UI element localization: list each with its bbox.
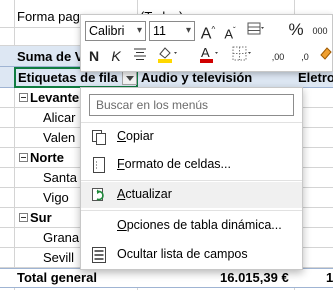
- percent-icon: %: [288, 20, 304, 39]
- grow-font-icon: A: [200, 25, 212, 43]
- menu-search-placeholder: Buscar en los menús: [96, 98, 209, 112]
- align-center-icon: [134, 48, 146, 60]
- menu-search-input[interactable]: Buscar en los menús: [89, 94, 294, 116]
- row-label[interactable]: Grana: [43, 229, 79, 247]
- italic-button[interactable]: K: [108, 46, 124, 66]
- group-label[interactable]: Norte: [30, 149, 64, 167]
- svg-text:A: A: [201, 45, 210, 60]
- font-name-dropdown[interactable]: Calibri ▾: [85, 21, 146, 41]
- menu-item-label: Actualizar: [117, 187, 172, 201]
- collapse-icon[interactable]: [19, 153, 28, 162]
- row-label[interactable]: Vigo: [43, 189, 69, 207]
- total-row: Total general 16.015,39 € 1: [0, 268, 333, 288]
- chevron-down-icon: ▾: [185, 25, 191, 36]
- italic-icon: K: [111, 48, 121, 64]
- menu-divider: [81, 122, 302, 123]
- font-color-icon: A: [200, 45, 218, 63]
- percent-button[interactable]: %: [287, 20, 305, 40]
- decrease-decimals-icon: ,0: [301, 52, 309, 62]
- menu-divider: [81, 180, 302, 181]
- menu-divider: [81, 210, 302, 211]
- format-cells-icon: [93, 157, 105, 173]
- grow-font-button[interactable]: A^: [199, 20, 217, 44]
- copy-icon: [92, 130, 106, 145]
- filter-label[interactable]: Forma pag: [17, 8, 80, 26]
- decrease-decimals-button[interactable]: ,0: [293, 47, 317, 67]
- values-header[interactable]: Suma de V: [17, 48, 83, 66]
- field-list-icon: [92, 247, 106, 263]
- row-label[interactable]: Santa: [43, 169, 77, 187]
- menu-item-label: Formato de celdas...: [117, 157, 231, 171]
- borders-button[interactable]: [232, 46, 254, 67]
- format-painter-button[interactable]: [246, 21, 266, 42]
- total-value[interactable]: 16.015,39 €: [220, 269, 289, 287]
- refresh-icon: [92, 188, 104, 201]
- total-value-2[interactable]: 1: [326, 269, 333, 287]
- eraser-button[interactable]: [319, 45, 333, 66]
- font-name-value: Calibri: [89, 24, 125, 38]
- font-size-dropdown[interactable]: 11 ▾: [149, 21, 195, 41]
- increase-decimals-icon: ,00: [271, 52, 285, 62]
- group-label[interactable]: Levante: [30, 89, 79, 107]
- fill-color-icon: [158, 47, 177, 63]
- menu-item-label-rest: pciones de tabla dinámica...: [126, 218, 282, 232]
- font-color-button[interactable]: A: [198, 45, 220, 68]
- total-label[interactable]: Total general: [17, 269, 97, 287]
- align-center-button[interactable]: [131, 46, 149, 66]
- context-menu: Buscar en los menús Copiar Formato de ce…: [80, 87, 303, 270]
- thousands-button[interactable]: 000: [309, 21, 331, 41]
- font-size-value: 11: [153, 24, 166, 38]
- menu-item-refresh[interactable]: Actualizar: [81, 182, 302, 208]
- menu-item-format-cells[interactable]: Formato de celdas...: [81, 152, 302, 178]
- table-style-icon: [247, 22, 264, 35]
- row-label[interactable]: Valen: [43, 129, 75, 147]
- shrink-font-icon: A: [224, 26, 233, 42]
- menu-item-copy[interactable]: Copiar: [81, 124, 302, 150]
- menu-item-label-rest: ctualizar: [125, 187, 172, 201]
- eraser-icon: [320, 47, 332, 60]
- bold-button[interactable]: N: [86, 46, 102, 66]
- fill-color-button[interactable]: [155, 45, 179, 68]
- collapse-icon[interactable]: [19, 93, 28, 102]
- menu-item-pivot-options[interactable]: Opciones de tabla dinámica...: [81, 213, 302, 239]
- row-label[interactable]: Alicar: [43, 109, 76, 127]
- collapse-icon[interactable]: [19, 213, 28, 222]
- group-label[interactable]: Sur: [30, 209, 52, 227]
- bold-icon: N: [88, 48, 100, 64]
- menu-item-label-full: Ocultar lista de campos: [117, 247, 248, 261]
- borders-icon: [232, 46, 251, 61]
- menu-item-label-rest: ormato de celdas...: [124, 157, 231, 171]
- chevron-down-icon: ▾: [136, 25, 142, 36]
- menu-item-label: Copiar: [117, 129, 154, 143]
- menu-item-label: Opciones de tabla dinámica...: [117, 218, 282, 232]
- mini-toolbar: Calibri ▾ 11 ▾ A^ Aˇ % 000 N K A ,00 ,0: [80, 14, 333, 72]
- menu-item-hide-field-list[interactable]: Ocultar lista de campos: [81, 242, 302, 268]
- menu-item-label-rest: opiar: [126, 129, 154, 143]
- row-labels-filter-button[interactable]: [122, 71, 137, 85]
- increase-decimals-button[interactable]: ,00: [266, 47, 290, 67]
- row-label[interactable]: Sevill: [43, 249, 74, 267]
- menu-item-label: Ocultar lista de campos: [117, 247, 248, 261]
- shrink-font-button[interactable]: Aˇ: [221, 21, 239, 44]
- thousands-icon: 000: [312, 26, 328, 36]
